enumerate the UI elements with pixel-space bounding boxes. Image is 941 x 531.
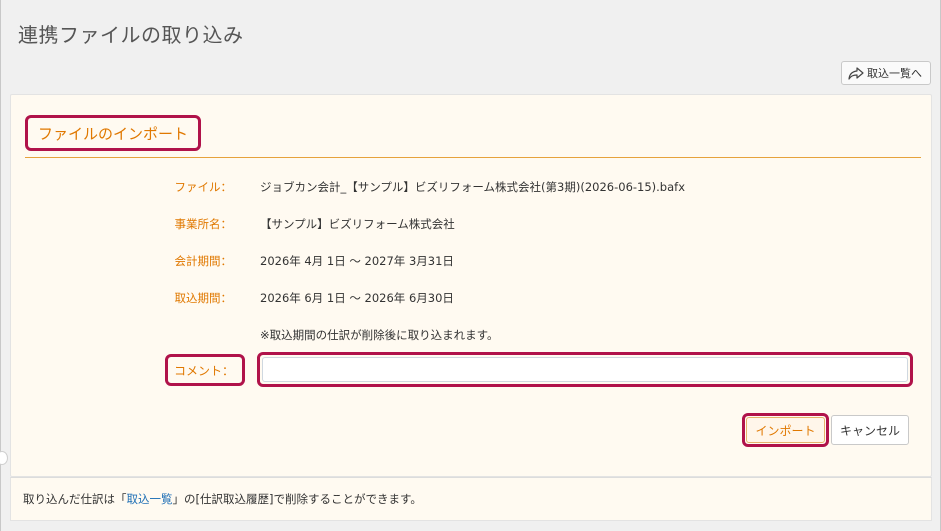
screen: 連携ファイルの取り込み 取込一覧へ ファイルのインポート ファイル： ジョブカン… bbox=[0, 0, 941, 531]
cancel-button[interactable]: キャンセル bbox=[831, 415, 909, 445]
file-label: ファイル： bbox=[174, 180, 233, 194]
office-label: 事業所名： bbox=[174, 217, 233, 231]
comment-label: コメント： bbox=[165, 354, 245, 386]
footer-text-before: 取り込んだ仕訳は「 bbox=[23, 492, 127, 506]
section-divider bbox=[25, 157, 921, 158]
scroll-handle[interactable] bbox=[0, 451, 8, 465]
footer-note: 取り込んだ仕訳は「 取込一覧 」の[仕訳取込履歴]で削除することができます。 bbox=[10, 477, 932, 521]
import-list-link[interactable]: 取込一覧 bbox=[127, 491, 173, 507]
section-title: ファイルのインポート bbox=[25, 115, 202, 151]
import-panel: ファイルのインポート ファイル： ジョブカン会計_【サンプル】ビズリフォーム株式… bbox=[10, 94, 932, 477]
import-period-label: 取込期間： bbox=[174, 291, 233, 305]
comment-input[interactable] bbox=[262, 357, 908, 382]
office-value: 【サンプル】ビズリフォーム株式会社 bbox=[260, 217, 455, 231]
back-button-label: 取込一覧へ bbox=[867, 67, 922, 80]
back-to-import-list-button[interactable]: 取込一覧へ bbox=[841, 61, 931, 85]
fiscal-period-value: 2026年 4月 1日 ～ 2027年 3月31日 bbox=[260, 254, 454, 268]
import-button-highlight: インポート bbox=[742, 413, 829, 447]
fiscal-period-label: 会計期間： bbox=[174, 254, 233, 268]
import-note: ※取込期間の仕訳が削除後に取り込まれます。 bbox=[260, 328, 499, 342]
comment-input-highlight bbox=[257, 352, 913, 387]
import-period-value: 2026年 6月 1日 ～ 2026年 6月30日 bbox=[260, 291, 454, 305]
import-button[interactable]: インポート bbox=[746, 417, 825, 443]
page-title: 連携ファイルの取り込み bbox=[18, 23, 244, 47]
file-value: ジョブカン会計_【サンプル】ビズリフォーム株式会社(第3期)(2026-06-1… bbox=[260, 180, 686, 194]
share-arrow-icon bbox=[848, 66, 864, 80]
footer-text-after: 」の[仕訳取込履歴]で削除することができます。 bbox=[172, 492, 422, 506]
